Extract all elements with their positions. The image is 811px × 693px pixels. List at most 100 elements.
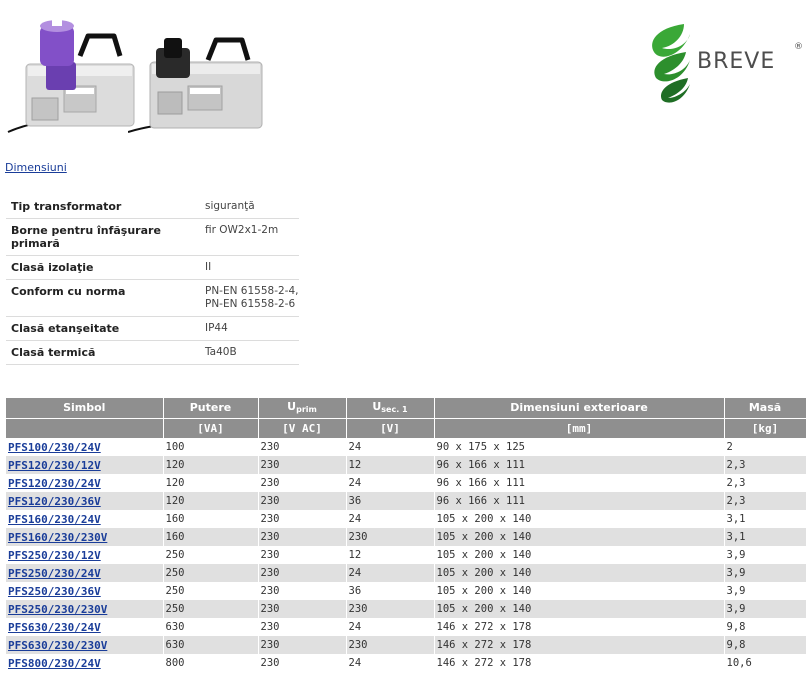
usec-main: U — [372, 399, 382, 413]
spec-label: Clasă termică — [6, 340, 200, 365]
cell-power: 250 — [163, 546, 259, 564]
spec-value-line: siguranţă — [205, 200, 255, 212]
cell-power: 100 — [163, 438, 259, 456]
uprim-main: U — [287, 399, 297, 413]
spec-row: Conform cu norma PN-EN 61558-2-4, PN-EN 61… — [6, 279, 299, 317]
cell-power: 250 — [163, 582, 259, 600]
col-header-power: Putere — [163, 398, 259, 419]
cell-dims: 96 x 166 x 111 — [434, 474, 725, 492]
cell-mass: 9,8 — [724, 618, 807, 636]
spec-row: Clasă etanşeitate IP44 — [6, 316, 299, 341]
table-units-row: [VA] [V AC] [V] [mm] [kg] — [6, 418, 807, 438]
cell-mass: 10,6 — [724, 654, 807, 672]
cell-symbol: PFS630/230/230V — [6, 636, 164, 654]
cell-uprim: 230 — [258, 492, 347, 510]
cell-symbol: PFS250/230/12V — [6, 546, 164, 564]
spec-value-line: II — [205, 261, 212, 273]
product-symbol-link[interactable]: PFS160/230/24V — [8, 513, 101, 526]
cell-uprim: 230 — [258, 546, 347, 564]
product-symbol-link[interactable]: PFS800/230/24V — [8, 657, 101, 670]
logo-text: BREVE — [697, 49, 776, 74]
unit-dims: [mm] — [434, 418, 725, 438]
cell-symbol: PFS100/230/24V — [6, 438, 164, 456]
unit-mass: [kg] — [724, 418, 807, 438]
cell-power: 630 — [163, 636, 259, 654]
spec-value: Ta40B — [200, 340, 299, 365]
cell-symbol: PFS120/230/36V — [6, 492, 164, 510]
cell-power: 630 — [163, 618, 259, 636]
spec-value-line: PN-EN 61558-2-4, — [205, 285, 299, 297]
product-symbol-link[interactable]: PFS250/230/230V — [8, 603, 107, 616]
product-symbol-link[interactable]: PFS160/230/230V — [8, 531, 107, 544]
cell-power: 120 — [163, 474, 259, 492]
cell-usec: 24 — [346, 654, 435, 672]
cell-power: 250 — [163, 600, 259, 618]
cell-uprim: 230 — [258, 600, 347, 618]
cell-uprim: 230 — [258, 582, 347, 600]
cell-usec: 12 — [346, 456, 435, 474]
cell-uprim: 230 — [258, 618, 347, 636]
cell-mass: 3,9 — [724, 600, 807, 618]
table-row: PFS120/230/12V 120 230 12 96 x 166 x 111 2,3 — [6, 456, 807, 474]
table-row: PFS120/230/24V 120 230 24 96 x 166 x 111 2,3 — [6, 474, 807, 492]
product-symbol-link[interactable]: PFS120/230/24V — [8, 477, 101, 490]
table-row: PFS120/230/36V 120 230 36 96 x 166 x 111 2,3 — [6, 492, 807, 510]
spec-label: Borne pentru înfăşurare primară — [6, 218, 200, 256]
cell-uprim: 230 — [258, 654, 347, 672]
cell-uprim: 230 — [258, 510, 347, 528]
cell-usec: 24 — [346, 474, 435, 492]
cell-dims: 105 x 200 x 140 — [434, 528, 725, 546]
cell-power: 120 — [163, 492, 259, 510]
cell-symbol: PFS120/230/12V — [6, 456, 164, 474]
product-symbol-link[interactable]: PFS630/230/24V — [8, 621, 101, 634]
cell-symbol: PFS250/230/24V — [6, 564, 164, 582]
product-symbol-link[interactable]: PFS250/230/24V — [8, 567, 101, 580]
product-symbol-link[interactable]: PFS120/230/12V — [8, 459, 101, 472]
cell-uprim: 230 — [258, 564, 347, 582]
product-table: Simbol Putere Uprim Usec. 1 Dimensiuni e… — [6, 398, 807, 672]
breve-logo: BREVE ® — [646, 22, 806, 106]
table-row: PFS160/230/24V 160 230 24 105 x 200 x 140 3,1 — [6, 510, 807, 528]
cell-mass: 3,9 — [724, 546, 807, 564]
cell-usec: 36 — [346, 492, 435, 510]
cell-usec: 230 — [346, 600, 435, 618]
spec-label: Conform cu norma — [6, 279, 200, 317]
cell-symbol: PFS630/230/24V — [6, 618, 164, 636]
cell-power: 120 — [163, 456, 259, 474]
cell-dims: 105 x 200 x 140 — [434, 546, 725, 564]
cell-dims: 96 x 166 x 111 — [434, 492, 725, 510]
cell-symbol: PFS120/230/24V — [6, 474, 164, 492]
product-symbol-link[interactable]: PFS630/230/230V — [8, 639, 107, 652]
unit-power: [VA] — [163, 418, 259, 438]
usec-sub: sec. 1 — [381, 404, 408, 414]
registered-mark: ® — [794, 42, 803, 52]
product-symbol-link[interactable]: PFS250/230/36V — [8, 585, 101, 598]
product-photos — [6, 16, 276, 134]
spec-value-line: fir OW2x1-2m — [205, 224, 279, 236]
cell-mass: 3,1 — [724, 510, 807, 528]
spec-value-line: PN-EN 61558-2-6 — [205, 298, 296, 310]
cell-usec: 230 — [346, 528, 435, 546]
cell-uprim: 230 — [258, 636, 347, 654]
cell-dims: 146 x 272 x 178 — [434, 654, 725, 672]
product-symbol-link[interactable]: PFS250/230/12V — [8, 549, 101, 562]
dimensions-link[interactable]: Dimensiuni — [5, 161, 67, 174]
cell-dims: 146 x 272 x 178 — [434, 618, 725, 636]
unit-symbol — [6, 418, 164, 438]
cell-symbol: PFS250/230/230V — [6, 600, 164, 618]
spec-value: IP44 — [200, 316, 299, 341]
leaf-logo-icon — [652, 24, 690, 103]
spec-value: II — [200, 255, 299, 280]
product-symbol-link[interactable]: PFS120/230/36V — [8, 495, 101, 508]
cell-mass: 2,3 — [724, 456, 807, 474]
table-row: PFS250/230/230V 250 230 230 105 x 200 x 140 3… — [6, 600, 807, 618]
spec-table: Tip transformator siguranţă Borne pentru î… — [6, 195, 299, 365]
cell-symbol: PFS160/230/230V — [6, 528, 164, 546]
cell-power: 800 — [163, 654, 259, 672]
cell-dims: 105 x 200 x 140 — [434, 582, 725, 600]
spec-value-line: IP44 — [205, 322, 228, 334]
product-symbol-link[interactable]: PFS100/230/24V — [8, 441, 101, 454]
spec-label: Tip transformator — [6, 195, 200, 219]
cell-uprim: 230 — [258, 474, 347, 492]
cell-symbol: PFS160/230/24V — [6, 510, 164, 528]
